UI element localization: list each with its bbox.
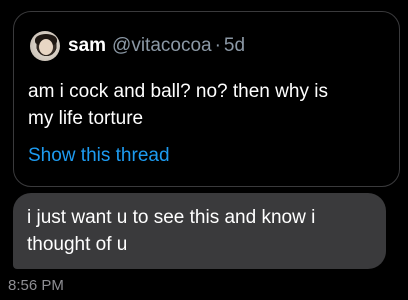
avatar[interactable] (30, 31, 60, 61)
author-name[interactable]: sam (68, 35, 106, 56)
show-thread-link[interactable]: Show this thread (28, 142, 170, 169)
separator-dot: · (214, 35, 221, 56)
message-timestamp: 8:56 PM (8, 277, 64, 294)
quoted-tweet-card[interactable]: sam @vitacocoa · 5d am i cock and ball? no?… (13, 11, 400, 187)
dm-conversation: sam @vitacocoa · 5d am i cock and ball? no?… (0, 0, 408, 300)
avatar-face (39, 39, 53, 55)
tweet-text-line: my life torture (28, 108, 144, 129)
tweet-text: am i cock and ball? no? then why is my l… (28, 78, 388, 132)
tweet-header: sam @vitacocoa · 5d (68, 34, 245, 58)
message-text-line: i just want u to see this and know i (27, 207, 316, 228)
tweet-time-ago: 5d (223, 35, 246, 56)
message-bubble[interactable]: i just want u to see this and know i tho… (13, 193, 386, 269)
tweet-text-line: am i cock and ball? no? then why is (28, 81, 328, 102)
message-text-line: thought of u (27, 234, 128, 255)
author-handle[interactable]: @vitacocoa (112, 35, 212, 56)
